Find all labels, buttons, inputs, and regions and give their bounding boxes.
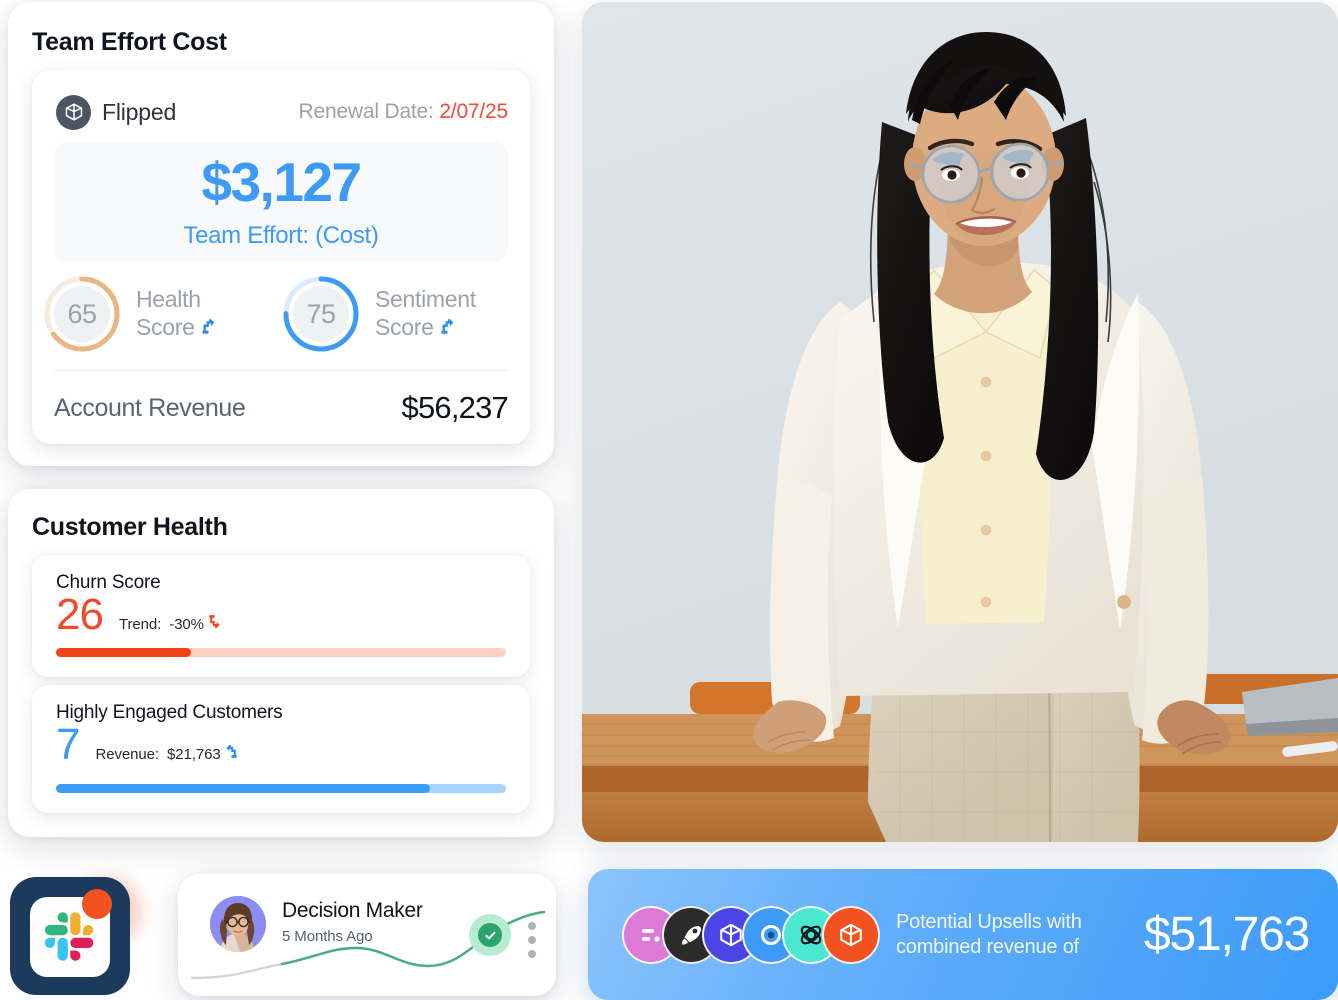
- dashboard-collage: Team Effort Cost Flipped Renewal Date: 2…: [0, 0, 1338, 1000]
- notification-dot-icon: [82, 889, 112, 919]
- team-effort-cost-card: Team Effort Cost Flipped Renewal Date: 2…: [8, 2, 554, 466]
- customer-health-card-title: Customer Health: [32, 513, 228, 541]
- health-score-label-line1: Health: [136, 286, 201, 313]
- churn-trend-label: Trend:: [118, 616, 162, 633]
- team-effort-card-title: Team Effort Cost: [32, 28, 227, 56]
- health-score-label-line2: Score: [136, 313, 195, 340]
- churn-score-value: 26: [56, 590, 104, 639]
- brand-left: Flipped: [56, 94, 177, 130]
- arrow-down-icon: [208, 615, 221, 633]
- cube-logo-icon: [56, 94, 91, 130]
- sentiment-score-label-line1: Sentiment: [375, 286, 476, 313]
- arrow-up-icon: [440, 318, 455, 342]
- dot: [528, 950, 536, 958]
- potential-upsells-banner: Potential Upsells with combined revenue …: [588, 869, 1338, 1000]
- health-score-ring: 65: [42, 274, 122, 354]
- check-circle-inner: [478, 923, 502, 947]
- engaged-revenue: Revenue: $21,763: [95, 744, 237, 763]
- churn-progress-track: [56, 648, 506, 657]
- sentiment-score-ring: 75: [281, 274, 361, 354]
- upsell-text-line1: Potential Upsells with: [896, 910, 1082, 933]
- team-effort-caption: Team Effort: (Cost): [183, 221, 379, 249]
- sentiment-score-value: 75: [306, 298, 336, 329]
- dot: [528, 922, 536, 930]
- engaged-progress-fill: [56, 784, 430, 793]
- logo-chip-orange: [822, 905, 880, 964]
- arrow-up-icon: [225, 745, 238, 763]
- team-effort-inner-panel: Flipped Renewal Date: 2/07/25 $3,127 Tea…: [32, 70, 530, 444]
- churn-trend: Trend: -30%: [119, 614, 221, 633]
- dot: [528, 936, 536, 944]
- engaged-revenue-value: $21,763: [167, 746, 221, 763]
- churn-score-row: 26 Trend: -30%: [56, 593, 221, 637]
- engaged-customers-row: 7 Revenue: $21,763: [56, 723, 238, 767]
- health-score-label: Health Score: [136, 286, 216, 341]
- account-revenue-label: Account Revenue: [54, 393, 246, 422]
- churn-score-panel: Churn Score 26 Trend: -30%: [32, 555, 530, 677]
- businesswoman-photo: [582, 2, 1338, 842]
- section-divider: [54, 370, 508, 371]
- decision-maker-time: 5 Months Ago: [282, 928, 373, 945]
- health-score-gauge: 65 Health Score: [42, 274, 281, 354]
- renewal-label: Renewal Date:: [298, 100, 434, 123]
- sentiment-score-label-line2: Score: [375, 313, 434, 340]
- health-score-value: 65: [67, 298, 97, 329]
- upsell-amount: $51,763: [1144, 908, 1310, 961]
- churn-progress-fill: [56, 648, 191, 657]
- sentiment-score-label: Sentiment Score: [375, 286, 476, 341]
- upsell-description: Potential Upsells with combined revenue …: [896, 910, 1118, 960]
- check-circle-icon: [469, 914, 511, 956]
- slack-tile-background: [10, 877, 130, 995]
- brand-row: Flipped Renewal Date: 2/07/25: [56, 92, 508, 132]
- team-effort-value-box: $3,127 Team Effort: (Cost): [54, 142, 508, 262]
- customer-health-card: Customer Health Churn Score 26 Trend: -3…: [8, 489, 554, 837]
- upsell-text-line2: combined revenue of: [896, 935, 1079, 958]
- sentiment-score-gauge: 75 Sentiment Score: [281, 274, 520, 354]
- engaged-customers-value: 7: [56, 720, 81, 769]
- score-gauges: 65 Health Score 75 Sentiment Score: [42, 274, 520, 354]
- renewal-date-value: 2/07/25: [439, 100, 508, 123]
- arrow-up-icon: [201, 318, 216, 342]
- slack-app-tile[interactable]: [10, 865, 154, 1000]
- engaged-progress-track: [56, 784, 506, 793]
- decision-maker-card[interactable]: Decision Maker 5 Months Ago: [178, 874, 556, 996]
- account-revenue-row: Account Revenue $56,237: [54, 388, 509, 428]
- highly-engaged-customers-panel: Highly Engaged Customers 7 Revenue: $21,…: [32, 685, 530, 813]
- avatar: [210, 896, 266, 952]
- brand-name: Flipped: [102, 98, 177, 125]
- renewal-date: Renewal Date: 2/07/25: [298, 100, 509, 124]
- more-vertical-icon[interactable]: [528, 922, 536, 958]
- engaged-customers-label: Highly Engaged Customers: [56, 702, 283, 723]
- churn-trend-value: -30%: [169, 616, 204, 633]
- account-revenue-value: $56,237: [401, 390, 509, 425]
- team-effort-amount: $3,127: [201, 150, 362, 213]
- decision-maker-name: Decision Maker: [282, 899, 423, 922]
- engaged-revenue-label: Revenue:: [95, 746, 159, 763]
- upsell-logo-stack: [622, 905, 880, 964]
- hero-photo: [582, 2, 1338, 842]
